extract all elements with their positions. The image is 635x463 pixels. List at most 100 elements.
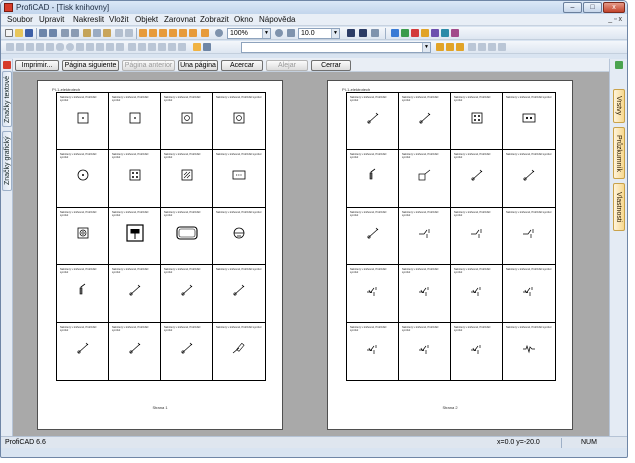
justify-icon[interactable] — [498, 43, 506, 51]
distribute-icon[interactable] — [201, 29, 209, 37]
square-target-symbol-icon — [71, 221, 95, 245]
bom-icon[interactable] — [451, 29, 459, 37]
tab-explorer[interactable]: Průzkumník — [613, 127, 625, 179]
print-button[interactable]: Imprimir... — [15, 60, 59, 71]
properties-icon[interactable] — [371, 29, 379, 37]
menu-soubor[interactable]: Soubor — [7, 15, 33, 25]
align-text-center-icon[interactable] — [478, 43, 486, 51]
polygon-icon[interactable] — [86, 43, 94, 51]
panel-pin-icon[interactable] — [3, 61, 11, 69]
align-right-icon[interactable] — [159, 29, 167, 37]
copy-icon[interactable] — [93, 29, 101, 37]
wire-icon[interactable] — [411, 29, 419, 37]
connect-icon[interactable] — [401, 29, 409, 37]
redo-icon[interactable] — [49, 29, 57, 37]
dimension-icon[interactable] — [128, 43, 136, 51]
line-icon[interactable] — [16, 43, 24, 51]
open-icon[interactable] — [15, 29, 23, 37]
bold-icon[interactable] — [436, 43, 444, 51]
align-text-right-icon[interactable] — [488, 43, 496, 51]
menu-vlozit[interactable]: Vložit — [109, 15, 129, 25]
close-preview-button[interactable]: Cerrar — [311, 60, 351, 71]
ellipse-icon[interactable] — [66, 43, 74, 51]
menu-napoveda[interactable]: Nápověda — [259, 15, 295, 25]
curve-icon[interactable] — [36, 43, 44, 51]
zoom-out-button[interactable]: Alejar — [266, 60, 308, 71]
next-page-button[interactable]: Página siguiente — [62, 60, 119, 71]
align-text-left-icon[interactable] — [468, 43, 476, 51]
arc-icon[interactable] — [76, 43, 84, 51]
symbol-cell: Nabízený v knihovně, ProfiCAD symbol — [347, 265, 399, 323]
previous-page-button[interactable]: Página anterior — [122, 60, 175, 71]
bus-icon[interactable] — [148, 43, 156, 51]
paste-icon[interactable] — [103, 29, 111, 37]
bezier-icon[interactable] — [96, 43, 104, 51]
cut-icon[interactable] — [83, 29, 91, 37]
pen-icon[interactable] — [193, 43, 201, 51]
zoom-in-button[interactable]: Acercar — [221, 60, 263, 71]
rounded-rect-icon[interactable] — [56, 43, 64, 51]
symbol-cell: Nabízený v knihovně, ProfiCAD symbol — [451, 265, 503, 323]
print-preview-area[interactable]: PI-1-elektrotech Nabízený v knihovně, Pr… — [13, 72, 609, 436]
align-center-icon[interactable] — [149, 29, 157, 37]
menu-okno[interactable]: Okno — [234, 15, 253, 25]
polyline-icon[interactable] — [26, 43, 34, 51]
menu-upravit[interactable]: Upravit — [39, 15, 64, 25]
fill-tool-icon[interactable] — [203, 43, 211, 51]
text-tool-icon[interactable] — [106, 43, 114, 51]
print-icon[interactable] — [71, 29, 79, 37]
symbol-cell: Nabízený v knihovně, ProfiCAD symbol — [399, 207, 451, 266]
node-icon[interactable] — [138, 43, 146, 51]
grid-icon[interactable] — [115, 29, 123, 37]
cable-icon[interactable] — [158, 43, 166, 51]
terminal-icon[interactable] — [168, 43, 176, 51]
picture-icon[interactable] — [116, 43, 124, 51]
minimize-button[interactable]: – — [563, 2, 582, 13]
table-icon[interactable] — [125, 29, 133, 37]
mdi-controls[interactable]: _ ▫ x — [608, 14, 622, 26]
symbol-caption: Nabízený v knihovně, ProfiCAD symbol — [350, 325, 387, 332]
align-middle-icon[interactable] — [179, 29, 187, 37]
print-preview-icon[interactable] — [61, 29, 69, 37]
maximize-button[interactable]: □ — [583, 2, 602, 13]
rectangle-icon[interactable] — [46, 43, 54, 51]
new-icon[interactable] — [5, 29, 13, 37]
tab-layers[interactable]: Vrstvy — [613, 89, 625, 123]
line-width-icon[interactable] — [287, 29, 295, 37]
zoom-combo[interactable]: 100% ▼ — [227, 28, 271, 39]
close-button[interactable]: x — [603, 2, 625, 13]
menu-nakreslit[interactable]: Nakreslit — [73, 15, 104, 25]
panel-pin-icon[interactable] — [615, 61, 623, 69]
rotate-icon[interactable] — [178, 43, 186, 51]
app-icon — [4, 3, 13, 12]
symbol-cell: Nabízený v knihovně, ProfiCAD symbol — [57, 93, 109, 151]
tab-text-symbols[interactable]: Značky textové — [2, 71, 12, 127]
border-icon[interactable] — [359, 29, 367, 37]
ortho-icon[interactable] — [391, 29, 399, 37]
tab-properties[interactable]: Vlastnosti — [613, 183, 625, 231]
underline-icon[interactable] — [456, 43, 464, 51]
menu-zobrazit[interactable]: Zobrazit — [200, 15, 229, 25]
tab-graphic-symbols[interactable]: Značky grafický — [2, 131, 12, 191]
italic-icon[interactable] — [446, 43, 454, 51]
font-combo[interactable]: ▼ — [241, 42, 431, 53]
zoom-out-icon[interactable] — [275, 29, 283, 37]
database-icon[interactable] — [441, 29, 449, 37]
align-bottom-icon[interactable] — [189, 29, 197, 37]
symbol-cell: Nabízený v knihovně, ProfiCAD symbol — [57, 322, 109, 380]
save-icon[interactable] — [25, 29, 33, 37]
align-left-icon[interactable] — [139, 29, 147, 37]
one-page-button[interactable]: Una página — [178, 60, 218, 71]
diag-switch-symbol-icon — [413, 106, 437, 130]
symbol-icon[interactable] — [421, 29, 429, 37]
align-top-icon[interactable] — [169, 29, 177, 37]
zoom-icon[interactable] — [215, 29, 223, 37]
fill-icon[interactable] — [347, 29, 355, 37]
menu-objekt[interactable]: Objekt — [135, 15, 158, 25]
menu-bar: Soubor Upravit Nakreslit Vložit Objekt Z… — [1, 14, 627, 26]
numbering-icon[interactable] — [431, 29, 439, 37]
undo-icon[interactable] — [39, 29, 47, 37]
select-icon[interactable] — [6, 43, 14, 51]
line-width-combo[interactable]: 10.0 ▼ — [298, 28, 340, 39]
menu-zarovnat[interactable]: Zarovnat — [164, 15, 196, 25]
